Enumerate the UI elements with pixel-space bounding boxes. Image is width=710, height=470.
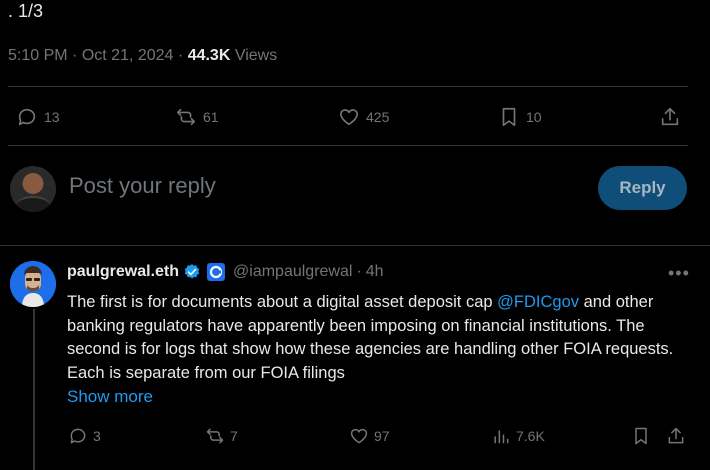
tweet-text-part: The first is for documents about a digit… <box>67 293 498 311</box>
tweet-time[interactable]: 4h <box>366 263 384 281</box>
repost-count: 61 <box>203 109 219 125</box>
share-icon <box>661 107 679 126</box>
like-count: 97 <box>374 428 390 444</box>
more-options-icon[interactable]: ••• <box>668 263 690 284</box>
reply-composer: Reply <box>0 146 710 246</box>
heart-icon <box>339 109 359 126</box>
tweet-text: The first is for documents about a digit… <box>67 291 687 385</box>
tweet-header: paulgrewal.eth @iampaulgrewal · 4h <box>67 263 384 281</box>
views-count: 7.6K <box>516 428 545 444</box>
header-separator: · <box>356 263 362 280</box>
share-action-button[interactable] <box>666 423 686 449</box>
post-time[interactable]: 5:10 PM <box>8 47 68 64</box>
bookmark-action-button[interactable]: 10 <box>498 100 542 134</box>
views-label: Views <box>234 47 278 64</box>
like-action-button[interactable]: 97 <box>349 423 390 449</box>
divider <box>0 245 710 246</box>
reply-icon <box>70 428 86 444</box>
post-action-bar: 13 61 425 10 <box>0 100 710 134</box>
author-avatar[interactable] <box>10 261 56 307</box>
repost-action-button[interactable]: 7 <box>205 423 238 449</box>
tweet-action-bar: 3 7 97 7.6K <box>0 423 710 449</box>
bookmark-icon <box>635 427 647 445</box>
verified-badge-icon[interactable] <box>183 263 201 281</box>
views-count: 44.3K <box>187 47 231 64</box>
mention-link[interactable]: @FDICgov <box>497 293 579 311</box>
meta-separator: · <box>72 47 78 64</box>
share-action-button[interactable] <box>659 100 681 134</box>
meta-separator: · <box>177 47 184 64</box>
current-user-avatar[interactable] <box>10 166 56 212</box>
thread-marker: . 1/3 <box>8 1 44 21</box>
reply-icon <box>18 108 36 126</box>
divider <box>8 86 688 87</box>
author-handle[interactable]: @iampaulgrewal <box>233 263 352 281</box>
author-name[interactable]: paulgrewal.eth <box>67 263 179 281</box>
bookmark-count: 10 <box>526 109 542 125</box>
organization-badge-icon[interactable] <box>207 263 226 281</box>
show-more-link[interactable]: Show more <box>67 387 153 407</box>
heart-icon <box>350 428 368 444</box>
post-date[interactable]: Oct 21, 2024 <box>82 47 174 64</box>
like-action-button[interactable]: 425 <box>338 100 389 134</box>
analytics-icon <box>494 430 509 444</box>
bookmark-icon <box>502 107 516 127</box>
reply-count: 13 <box>44 109 60 125</box>
share-icon <box>668 427 684 444</box>
reply-submit-button[interactable]: Reply <box>598 166 687 210</box>
reply-count: 3 <box>93 428 101 444</box>
repost-icon <box>176 108 196 126</box>
views-action-button[interactable]: 7.6K <box>491 423 545 449</box>
bookmark-action-button[interactable] <box>631 423 651 449</box>
cartoon-avatar-icon <box>10 261 56 307</box>
reply-input[interactable] <box>69 173 569 199</box>
repost-count: 7 <box>230 428 238 444</box>
reply-action-button[interactable]: 3 <box>68 423 101 449</box>
post-meta: 5:10 PM · Oct 21, 2024 · 44.3K Views <box>8 46 277 66</box>
repost-action-button[interactable]: 61 <box>175 100 219 134</box>
like-count: 425 <box>366 109 390 125</box>
reply-tweet[interactable]: paulgrewal.eth @iampaulgrewal · 4h ••• T… <box>0 247 710 470</box>
reply-action-button[interactable]: 13 <box>16 100 60 134</box>
repost-icon <box>206 428 224 444</box>
